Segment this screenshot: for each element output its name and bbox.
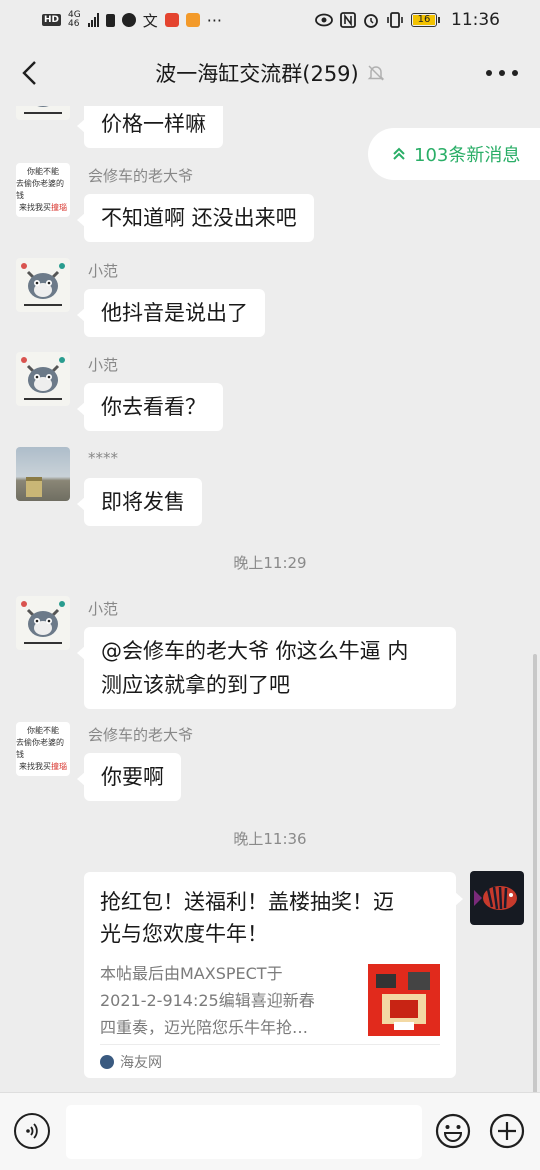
tom-cat-icon [21, 263, 65, 306]
message-bubble[interactable]: @会修车的老大爷 你这么牛逼 内 测应该就拿的到了吧 [77, 627, 456, 709]
battery-level: 16 [413, 15, 435, 25]
message-text: 不知道啊 还没出来吧 [101, 206, 297, 230]
avatar[interactable] [16, 258, 70, 312]
shared-link-thumbnail [368, 964, 440, 1036]
avatar[interactable] [16, 352, 70, 406]
message-bubble[interactable]: 你去看看？ [77, 383, 223, 431]
avatar-text-line: 你能不能 [27, 167, 59, 176]
app-icon [121, 13, 136, 27]
avatar-text-line: 去偷你老婆的钱 [16, 738, 64, 759]
tom-cat-icon [21, 357, 65, 400]
shared-link-title-line: 抢红包！送福利！盖楼抽奖！迈 [100, 890, 394, 914]
photo-avatar-image [26, 477, 42, 497]
timestamp: 晚上11:29 [233, 554, 307, 572]
sender-name: **** [88, 449, 118, 467]
avatar[interactable] [16, 596, 70, 650]
sim-icon [105, 13, 115, 27]
vibrate-icon [387, 12, 403, 28]
more-icon [486, 70, 492, 76]
tom-cat-icon [21, 601, 65, 644]
mute-bell-icon [367, 65, 385, 81]
shared-link-description: 本帖最后由MAXSPECT于 2021-2-914:25编辑喜迎新春 四重奏，迈… [100, 960, 352, 1041]
status-left: HD 4G 46 文 ··· [42, 10, 222, 31]
shared-link-desc-line: 2021-2-914:25编辑喜迎新春 [100, 991, 315, 1010]
sender-name: 小范 [88, 600, 119, 618]
shared-link-card[interactable]: 抢红包！送福利！盖楼抽奖！迈 光与您欢度牛年！ 本帖最后由MAXSPECT于 2… [84, 872, 463, 1078]
avatar-text-line: 来找我买撞瑙 [19, 203, 67, 212]
shared-link-title-line: 光与您欢度牛年！ [100, 922, 268, 946]
hd-badge: HD [42, 14, 62, 26]
signal-icon [87, 13, 99, 27]
sender-name: 小范 [88, 262, 119, 280]
message-input[interactable] [66, 1105, 422, 1159]
text-app-icon: 文 [142, 11, 158, 30]
heart-app-icon [185, 13, 200, 27]
message-bubble[interactable]: 你要啊 [77, 753, 181, 801]
message-text-line: @会修车的老大爷 你这么牛逼 内 [101, 639, 409, 663]
avatar[interactable]: 你能不能 去偷你老婆的钱 来找我买撞瑙 [16, 163, 70, 217]
video-app-icon [164, 13, 179, 27]
battery-icon: 16 [411, 13, 440, 27]
more-button[interactable] [486, 62, 518, 84]
shared-link-body: 本帖最后由MAXSPECT于 2021-2-914:25编辑喜迎新春 四重奏，迈… [100, 960, 440, 1041]
scrollbar[interactable] [533, 654, 537, 1092]
message-list[interactable]: 价格一样嘛 103条新消息 你能不能 去偷你老婆的钱 来找我买撞瑙 会修车的老大… [0, 106, 540, 1092]
status-bar: HD 4G 46 文 ··· 16 11:36 [0, 0, 540, 40]
message-text: 价格一样嘛 [101, 112, 206, 136]
network-type-bottom: 46 [68, 19, 80, 29]
clock: 11:36 [451, 10, 500, 30]
eye-icon [315, 13, 333, 27]
status-right: 16 11:36 [315, 10, 500, 30]
avatar-text-line: 你能不能 [27, 726, 59, 735]
shared-link-desc-line: 四重奏，迈光陪您乐牛年抢… [100, 1018, 309, 1037]
chat-header: 波一海缸交流群(259) [0, 40, 540, 106]
source-icon [100, 1054, 114, 1069]
more-actions-button[interactable] [489, 1113, 525, 1149]
message-bubble[interactable]: 不知道啊 还没出来吧 [77, 194, 314, 242]
timestamp: 晚上11:36 [233, 830, 307, 848]
my-avatar[interactable] [470, 871, 524, 925]
message-bubble[interactable]: 他抖音是说出了 [77, 289, 265, 337]
sender-name: 会修车的老大爷 [88, 726, 194, 744]
message-text: 你要啊 [101, 765, 164, 789]
message-text: 即将发售 [101, 490, 185, 514]
sender-name: 小范 [88, 356, 119, 374]
voice-icon [26, 1123, 38, 1139]
plus-icon [489, 1113, 525, 1149]
avatar-text-line: 来找我买撞瑙 [19, 762, 67, 771]
shared-link-desc-line: 本帖最后由MAXSPECT于 [100, 964, 283, 983]
message-text-line: 测应该就拿的到了吧 [101, 673, 290, 697]
avatar[interactable]: 你能不能 去偷你老婆的钱 来找我买撞瑙 [16, 722, 70, 776]
more-notifications: ··· [206, 10, 222, 30]
avatar-text-line: 去偷你老婆的钱 [16, 179, 64, 200]
new-messages-label: 103条新消息 [414, 145, 521, 166]
chat-title: 波一海缸交流群(259) [155, 62, 359, 86]
sender-name: 会修车的老大爷 [88, 167, 194, 185]
message-bubble[interactable]: 即将发售 [77, 478, 202, 526]
chat-title-area: 波一海缸交流群(259) [0, 40, 540, 106]
fish-avatar-image [474, 886, 517, 910]
source-name: 海友网 [120, 1054, 162, 1071]
new-messages-button[interactable]: 103条新消息 [368, 128, 540, 180]
alarm-icon [364, 14, 378, 28]
emoji-icon [435, 1113, 471, 1149]
network-type: 4G 46 [68, 11, 81, 29]
avatar[interactable] [16, 447, 70, 501]
promo-thumbnail-image [376, 972, 430, 1030]
message-bubble[interactable]: 价格一样嘛 [77, 106, 223, 148]
input-bar [0, 1092, 540, 1170]
tom-cat-icon [24, 106, 62, 114]
message-text: 你去看看？ [101, 395, 206, 419]
voice-button[interactable] [14, 1113, 50, 1149]
avatar[interactable] [16, 106, 70, 120]
shared-link-source: 海友网 [100, 1044, 440, 1078]
shared-link-title: 抢红包！送福利！盖楼抽奖！迈 光与您欢度牛年！ [100, 886, 440, 950]
emoji-button[interactable] [435, 1113, 471, 1149]
message-text: 他抖音是说出了 [101, 301, 248, 325]
nfc-icon [340, 12, 356, 28]
double-chevron-up-icon [393, 147, 405, 160]
